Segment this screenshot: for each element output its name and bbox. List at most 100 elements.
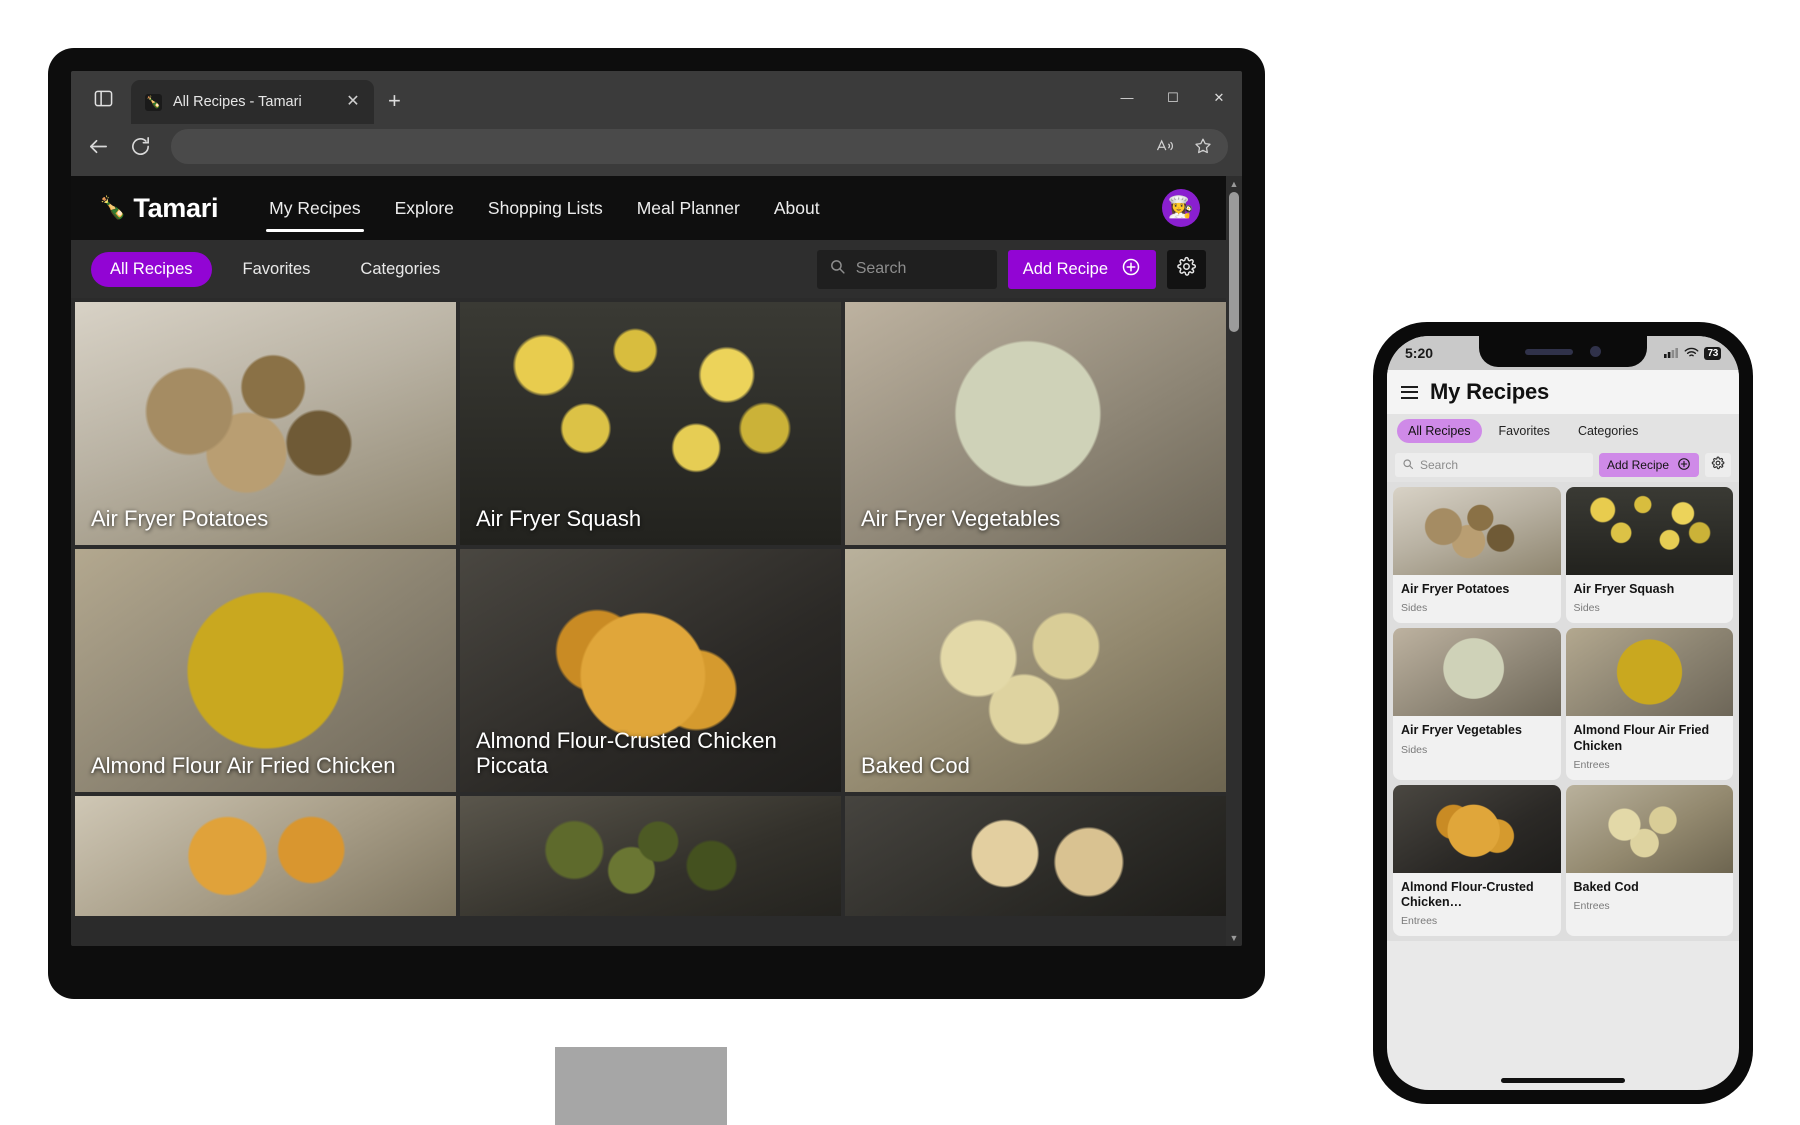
battery-indicator: 73 [1704,346,1721,360]
phone-recipe-card[interactable]: Almond Flour Air Fried Chicken Entrees [1565,628,1734,780]
recipe-meta: Almond Flour Air Fried Chicken Entrees [1566,716,1734,780]
close-icon[interactable]: ✕ [343,94,363,110]
web-page: 🍾 Tamari My Recipes Explore Shopping Lis… [71,176,1242,946]
brand[interactable]: 🍾 Tamari [99,193,218,224]
recipe-category: Entrees [1573,758,1610,771]
window-close-icon[interactable]: ✕ [1196,71,1242,124]
browser-address-bar [71,124,1242,176]
recipe-card[interactable] [845,796,1226,916]
new-tab-icon[interactable]: + [388,90,401,112]
recipes-toolbar: All Recipes Favorites Categories Search [71,240,1226,298]
app-navbar: 🍾 Tamari My Recipes Explore Shopping Lis… [71,176,1226,240]
recipe-image [1393,784,1561,873]
phone-add-recipe-label: Add Recipe [1606,458,1669,472]
maximize-icon[interactable]: ☐ [1150,71,1196,124]
minimize-icon[interactable]: — [1104,71,1150,124]
nav-item-explore[interactable]: Explore [378,176,471,240]
recipe-grid: Air Fryer Potatoes Air Fryer Squash Air … [71,298,1226,916]
filter-favorites[interactable]: Favorites [224,252,330,287]
nav-item-about[interactable]: About [757,176,837,240]
recipe-image [460,796,841,916]
add-recipe-button[interactable]: Add Recipe [1007,249,1156,289]
phone-recipe-card[interactable]: Baked Cod Entrees [1565,784,1734,937]
read-aloud-icon[interactable] [1155,136,1175,156]
monitor-stand-neck [555,1047,727,1125]
scroll-up-icon[interactable]: ▲ [1226,176,1242,192]
phone-header: My Recipes [1387,370,1739,414]
window-controls: — ☐ ✕ [1104,71,1242,124]
toolbar-actions: Search Add Recipe [816,249,1206,289]
recipe-card[interactable]: Almond Flour-Crusted Chicken Piccata [460,549,841,792]
phone-filter-tabs: All Recipes Favorites Categories [1387,414,1739,448]
url-input[interactable] [171,128,1228,164]
recipe-card[interactable]: Air Fryer Vegetables [845,302,1226,545]
recipe-title: Almond Flour-Crusted Chicken… [1401,879,1534,909]
recipe-meta: Air Fryer Vegetables Sides [1393,716,1561,764]
recipe-meta: Air Fryer Potatoes Sides [1393,575,1561,623]
nav-item-meal-planner[interactable]: Meal Planner [620,176,757,240]
scrollbar-thumb[interactable] [1229,192,1239,332]
browser-tab[interactable]: 🍾 All Recipes - Tamari ✕ [131,80,374,124]
recipe-image [75,796,456,916]
recipe-category: Entrees [1401,915,1438,928]
recipe-category: Entrees [1573,900,1610,912]
recipe-title: Air Fryer Vegetables [861,506,1061,532]
recipe-image [1565,487,1733,575]
monitor-screen: 🍾 All Recipes - Tamari ✕ + — ☐ ✕ 🍾 Tamar… [71,71,1242,946]
recipe-card[interactable]: Baked Cod [845,549,1226,792]
recipe-category: Sides [1401,743,1428,756]
phone-filter-all-recipes[interactable]: All Recipes [1397,419,1482,443]
phone-recipe-card[interactable]: Air Fryer Potatoes Sides [1393,487,1561,624]
recipe-title: Almond Flour-Crusted Chicken Piccata [476,727,777,779]
phone-settings-button[interactable] [1705,453,1731,477]
phone-recipe-card[interactable]: Air Fryer Vegetables Sides [1393,628,1561,780]
mobile-phone: 5:20 73 My Recipes All Recipes Favorites… [1373,322,1753,1104]
phone-filter-favorites[interactable]: Favorites [1488,419,1561,443]
recipe-meta: Almond Flour-Crusted Chicken… Entrees [1393,873,1561,937]
desktop-monitor: 🍾 All Recipes - Tamari ✕ + — ☐ ✕ 🍾 Tamar… [48,48,1265,1125]
tab-title: All Recipes - Tamari [173,94,302,110]
recipe-card[interactable] [460,796,841,916]
search-input[interactable]: Search [816,249,997,289]
recipe-title: Air Fryer Vegetables [1401,723,1522,738]
recipe-title: Air Fryer Potatoes [91,506,269,532]
front-camera-icon [1590,346,1601,357]
plus-circle-icon [1121,257,1141,282]
recipe-card[interactable] [75,796,456,916]
filter-categories[interactable]: Categories [341,252,459,287]
search-icon [1402,458,1414,473]
recipe-title: Almond Flour Air Fried Chicken [91,753,396,779]
phone-recipe-card[interactable]: Almond Flour-Crusted Chicken… Entrees [1393,784,1561,937]
avatar[interactable]: 👩‍🍳 [1162,189,1200,227]
search-placeholder: Search [855,260,907,277]
page-scrollbar[interactable]: ▲ ▼ [1226,176,1242,946]
hamburger-icon[interactable] [1401,385,1418,399]
recipe-meta: Baked Cod Entrees [1566,873,1734,921]
back-icon[interactable] [87,135,110,158]
phone-search-input[interactable]: Search [1395,453,1593,477]
phone-add-recipe-button[interactable]: Add Recipe [1598,453,1699,477]
scrollbar-track[interactable] [1229,192,1239,930]
recipe-category: Sides [1401,602,1428,615]
filter-all-recipes[interactable]: All Recipes [91,251,212,287]
recipe-card[interactable]: Almond Flour Air Fried Chicken [75,549,456,792]
recipe-title: Air Fryer Squash [476,506,642,532]
recipe-card[interactable]: Air Fryer Potatoes [75,302,456,545]
tab-list-icon[interactable] [81,76,125,120]
phone-recipe-card[interactable]: Air Fryer Squash Sides [1565,487,1733,624]
scroll-down-icon[interactable]: ▼ [1226,930,1242,946]
tab-favicon: 🍾 [145,93,162,111]
add-recipe-label: Add Recipe [1022,259,1108,278]
nav-item-shopping-lists[interactable]: Shopping Lists [471,176,620,240]
settings-button[interactable] [1167,249,1206,289]
reload-icon[interactable] [129,135,152,158]
gear-icon [1176,256,1197,282]
favorite-icon[interactable] [1193,136,1213,156]
phone-filter-categories[interactable]: Categories [1567,419,1649,443]
status-indicators: 73 [1664,345,1721,361]
status-time: 5:20 [1405,345,1434,361]
phone-toolbar: Search Add Recipe [1387,448,1739,482]
nav-item-my-recipes[interactable]: My Recipes [252,176,377,240]
brand-name: Tamari [133,192,219,223]
recipe-card[interactable]: Air Fryer Squash [460,302,841,545]
